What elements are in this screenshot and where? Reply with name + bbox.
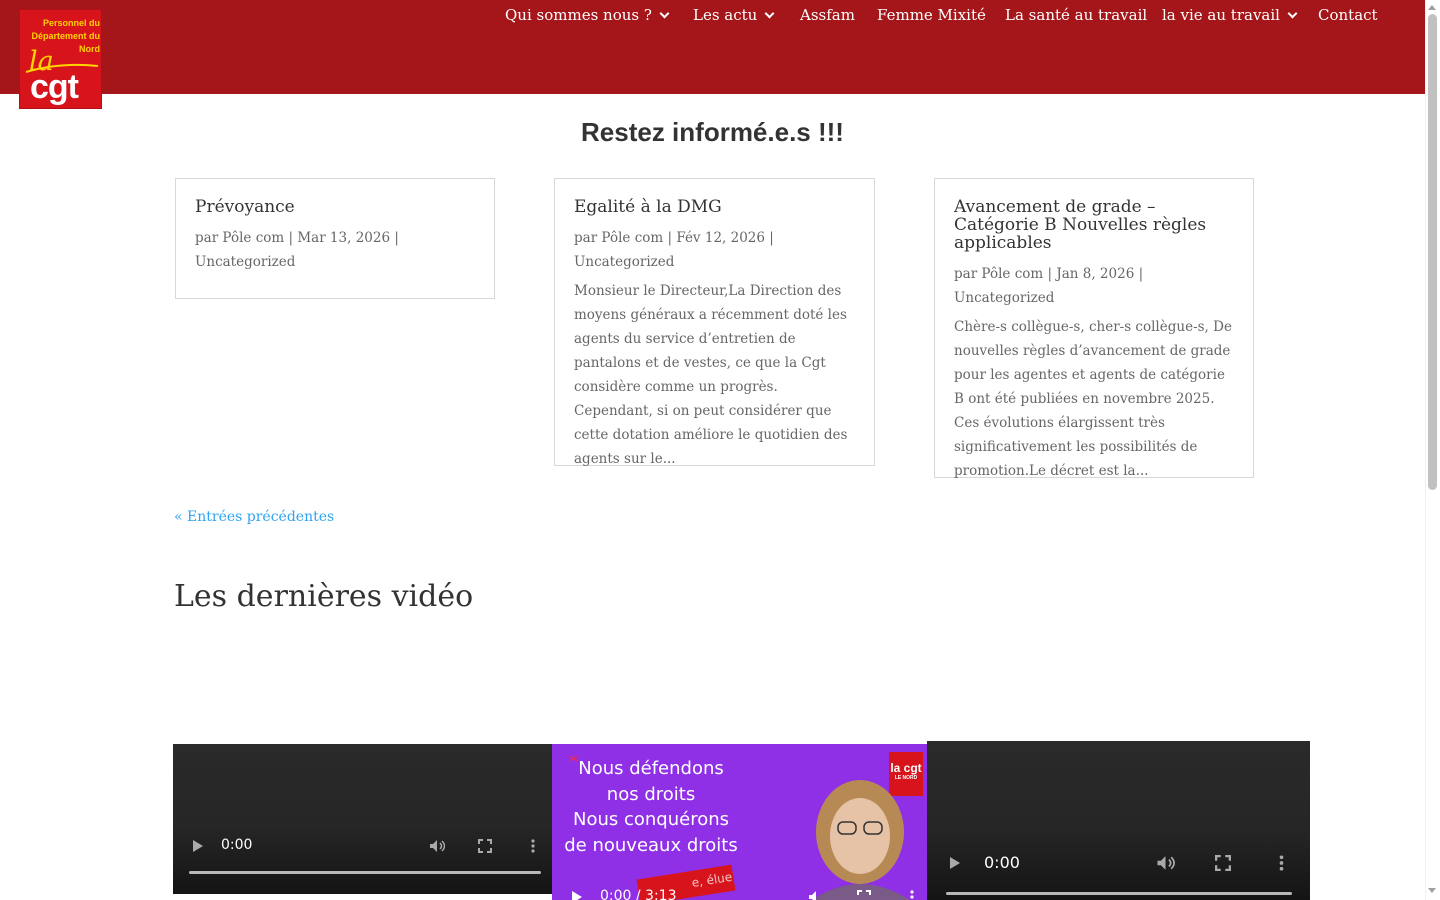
site-logo[interactable]: Personnel du Département du Nord la cgt	[19, 9, 102, 109]
nav-label: Les actu	[693, 6, 758, 24]
nav-label: Femme Mixité	[877, 6, 986, 24]
more-options-icon[interactable]	[1279, 855, 1284, 871]
post-excerpt: Chère-s collègue-s, cher-s collègue-s, D…	[954, 319, 1232, 479]
videos-heading: Les dernières vidéo	[174, 579, 474, 614]
post-title[interactable]: Prévoyance	[195, 198, 475, 216]
nav-label: la vie au travail	[1162, 6, 1280, 24]
video-player[interactable]: Nous défendons nos droits Nous conquéron…	[552, 744, 927, 900]
nav-label: Assfam	[800, 6, 855, 24]
video-player[interactable]: 0:00	[927, 741, 1310, 900]
post-card: Egalité à la DMG par Pôle com | Fév 12, …	[554, 178, 875, 467]
chevron-down-icon	[659, 8, 670, 19]
video-time: 0:00 / 3:13	[600, 888, 677, 900]
post-card: Prévoyance par Pôle com | Mar 13, 2026 |…	[175, 178, 495, 299]
video-time: 0:00	[221, 837, 253, 853]
nav-item-assfam[interactable]: Assfam	[800, 5, 855, 25]
video-time: 0:00	[984, 853, 1020, 872]
chevron-down-icon	[1287, 8, 1298, 19]
post-title[interactable]: Egalité à la DMG	[574, 198, 855, 216]
nav-item-femme-mixite[interactable]: Femme Mixité	[877, 5, 986, 25]
scroll-down-arrow-icon[interactable]	[1428, 888, 1436, 893]
section-title: Restez informé.e.s !!!	[581, 117, 844, 147]
nav-label: Qui sommes nous ?	[505, 6, 652, 24]
fullscreen-icon[interactable]	[1215, 855, 1231, 871]
volume-icon[interactable]	[808, 890, 824, 900]
logo-cgt: cgt	[30, 68, 79, 106]
post-title[interactable]: Avancement de grade – Catégorie B Nouvel…	[954, 198, 1234, 252]
more-options-icon[interactable]	[910, 890, 914, 900]
nav-label: Contact	[1318, 6, 1378, 24]
thumbnail-text-line: de nouveaux droits	[564, 835, 738, 856]
page-scrollbar[interactable]	[1425, 0, 1440, 900]
scroll-up-arrow-icon[interactable]	[1428, 5, 1436, 10]
site-header: Qui sommes nous ? Les actu Assfam Femme …	[0, 0, 1425, 94]
play-icon[interactable]	[193, 840, 203, 852]
chevron-down-icon	[764, 8, 775, 19]
post-card: Avancement de grade – Catégorie B Nouvel…	[934, 178, 1254, 479]
play-icon[interactable]	[572, 891, 582, 900]
post-meta: par Pôle com | Mar 13, 2026 | Uncategori…	[195, 230, 399, 270]
post-meta: par Pôle com | Fév 12, 2026 | Uncategori…	[574, 230, 774, 270]
nav-item-qui-sommes-nous[interactable]: Qui sommes nous ?	[505, 5, 670, 25]
thumbnail-text-line: Nous défendons	[578, 758, 724, 779]
more-options-icon[interactable]	[531, 839, 535, 853]
nav-item-sante-au-travail[interactable]: La santé au travail	[1005, 5, 1147, 25]
nav-item-contact[interactable]: Contact	[1318, 5, 1378, 25]
post-excerpt: Monsieur le Directeur,La Direction des m…	[574, 283, 848, 467]
scrollbar-thumb[interactable]	[1428, 14, 1437, 490]
thumbnail-text-line: Nous conquérons	[572, 809, 729, 830]
volume-icon[interactable]	[429, 839, 445, 853]
volume-icon[interactable]	[1156, 855, 1175, 871]
nav-item-les-actu[interactable]: Les actu	[693, 5, 775, 25]
previous-entries-link[interactable]: « Entrées précédentes	[174, 509, 334, 525]
thumbnail-text-line: nos droits	[606, 784, 696, 805]
nav-item-vie-au-travail[interactable]: la vie au travail	[1162, 5, 1298, 25]
video-progress-bar[interactable]	[946, 892, 1292, 895]
play-icon[interactable]	[950, 857, 960, 869]
thumbnail-star: *	[569, 752, 578, 773]
speaker-portrait	[812, 780, 910, 900]
video-player[interactable]: 0:00	[173, 744, 552, 894]
fullscreen-icon[interactable]	[857, 890, 871, 900]
post-meta: par Pôle com | Jan 8, 2026 | Uncategoriz…	[954, 266, 1144, 306]
nav-label: La santé au travail	[1005, 6, 1148, 24]
video-progress-bar[interactable]	[189, 871, 541, 874]
fullscreen-icon[interactable]	[478, 839, 492, 853]
